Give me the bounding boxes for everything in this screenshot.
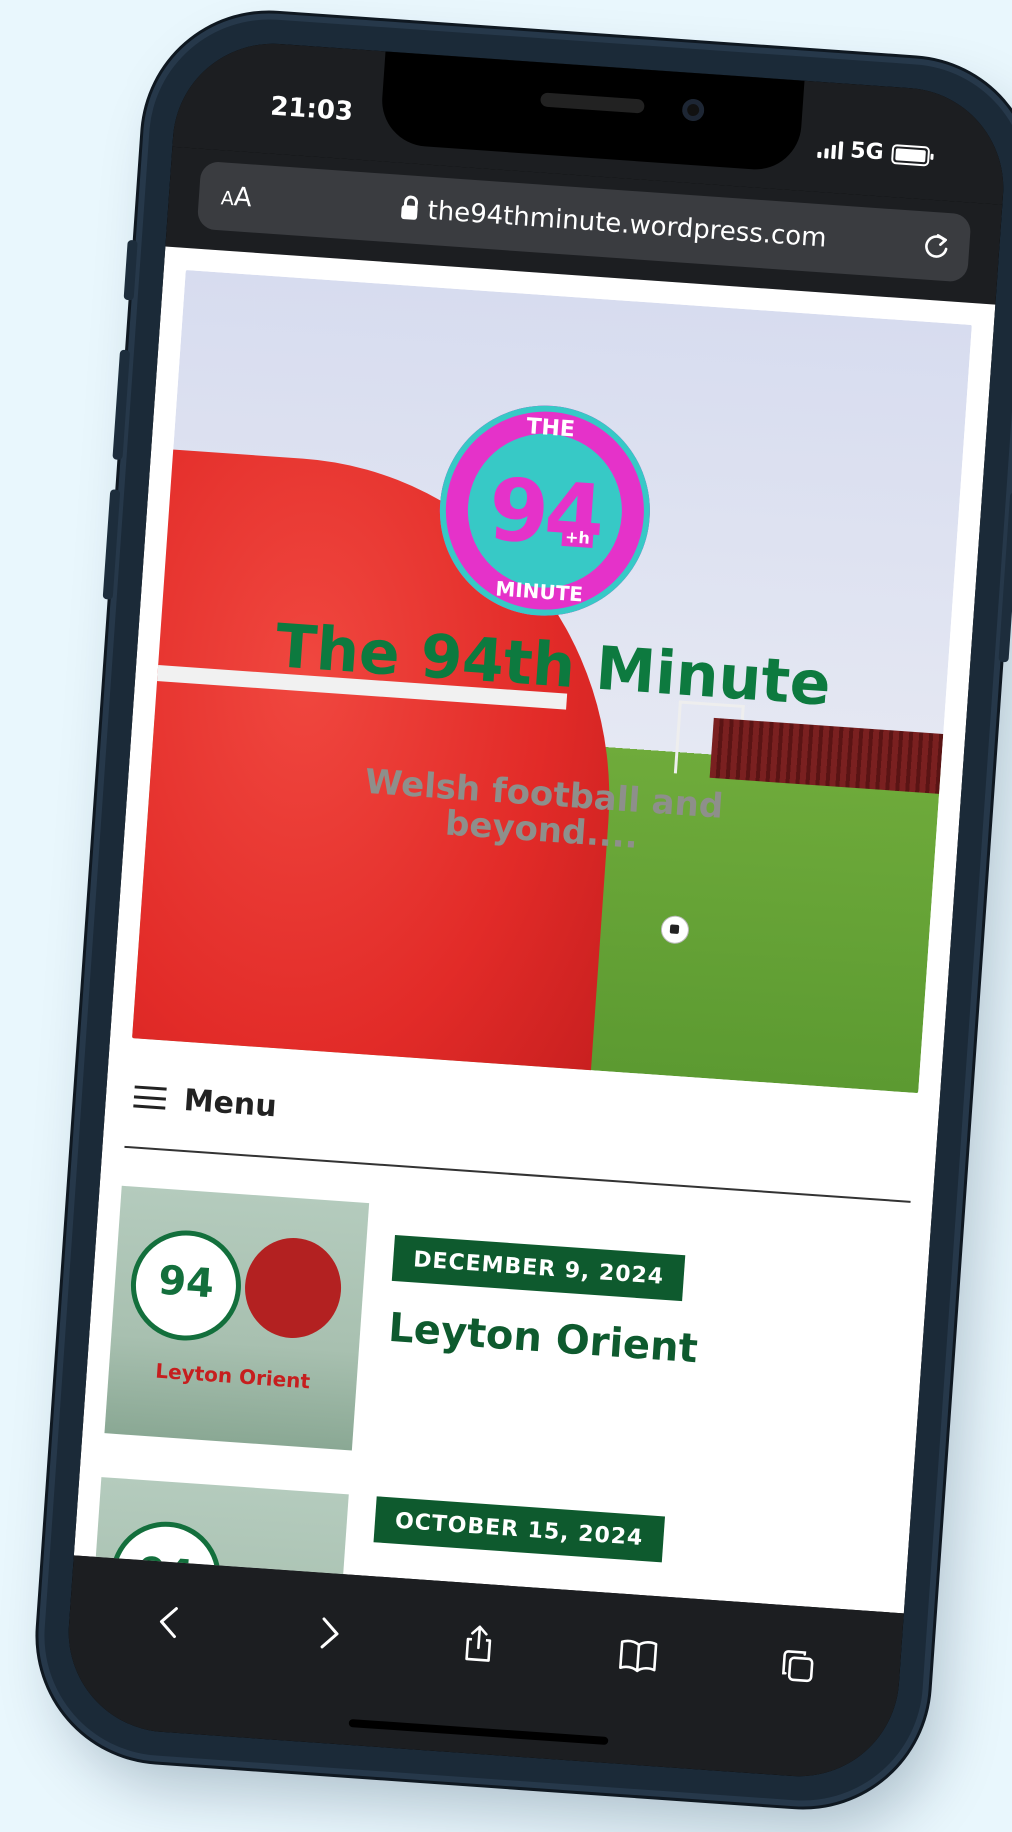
football: [660, 914, 690, 945]
bookmarks-icon[interactable]: [617, 1634, 660, 1677]
speaker: [540, 92, 645, 114]
text-size-button[interactable]: AA: [220, 181, 253, 213]
phone-screen: 21:03 5G AA the94thminute.wordpress.com: [61, 37, 1011, 1783]
menu-label: Menu: [182, 1082, 278, 1124]
thumb-caption: Leyton Orient: [154, 1358, 311, 1394]
network-type: 5G: [849, 138, 885, 166]
lock-icon: [400, 204, 418, 221]
reload-icon[interactable]: [920, 230, 952, 262]
club-crest-icon: [241, 1234, 345, 1342]
phone-mockup: 21:03 5G AA the94thminute.wordpress.com: [36, 11, 1012, 1809]
web-page: THE 94 +h MINUTE The 94th Minute Welsh f…: [73, 246, 996, 1614]
signal-icon: [816, 139, 844, 159]
forward-icon[interactable]: [308, 1612, 351, 1655]
silent-switch: [123, 239, 138, 301]
share-icon[interactable]: [457, 1622, 500, 1665]
back-icon[interactable]: [148, 1601, 191, 1644]
hamburger-icon: [133, 1085, 167, 1110]
clock: 21:03: [269, 91, 355, 128]
home-indicator[interactable]: [348, 1718, 609, 1746]
url-text: the94thminute.wordpress.com: [426, 195, 828, 254]
post-date[interactable]: DECEMBER 9, 2024: [391, 1234, 686, 1302]
battery-icon: [890, 143, 931, 167]
post-title[interactable]: Leyton Orient: [387, 1305, 699, 1373]
status-indicators: 5G: [816, 136, 931, 169]
thumb-logo: 94: [127, 1226, 245, 1345]
front-camera: [681, 98, 705, 122]
post-item[interactable]: 94 Leyton Orient DECEMBER 9, 2024 Leyton…: [82, 1184, 929, 1491]
post-thumbnail[interactable]: 94 Leyton Orient: [104, 1185, 370, 1451]
header-banner: THE 94 +h MINUTE The 94th Minute Welsh f…: [132, 270, 972, 1094]
logo-suffix: +h: [561, 526, 594, 549]
tabs-icon[interactable]: [777, 1645, 820, 1688]
logo-number: 94: [485, 459, 604, 568]
red-fence: [709, 717, 944, 794]
post-date[interactable]: OCTOBER 15, 2024: [373, 1496, 665, 1563]
site-logo[interactable]: THE 94 +h MINUTE: [432, 398, 657, 623]
